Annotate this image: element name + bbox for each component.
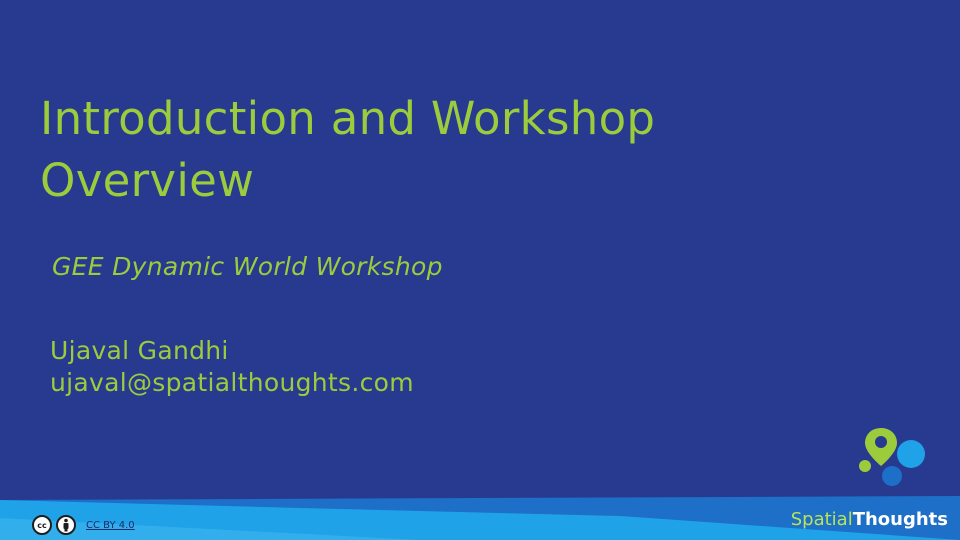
license-block: cc CC BY 4.0 <box>32 514 135 536</box>
spatialthoughts-logo-icon <box>859 428 925 486</box>
brand-part-2: Thoughts <box>852 509 948 530</box>
author-block: Ujaval Gandhi ujaval@spatialthoughts.com <box>50 335 414 399</box>
brand-part-1: Spatial <box>790 509 853 530</box>
brand-wordmark: SpatialThoughts <box>791 509 948 530</box>
cc-icon: cc <box>32 515 52 535</box>
location-pin-icon <box>865 428 897 466</box>
author-name: Ujaval Gandhi <box>50 336 229 365</box>
slide-title: Introduction and Workshop Overview <box>40 88 860 212</box>
slide-title-line-1: Introduction and Workshop <box>40 92 656 145</box>
slide: Introduction and Workshop Overview GEE D… <box>0 0 960 540</box>
license-link[interactable]: CC BY 4.0 <box>86 520 135 531</box>
by-person-icon <box>56 515 76 535</box>
author-email: ujaval@spatialthoughts.com <box>50 368 414 397</box>
slide-subtitle: GEE Dynamic World Workshop <box>52 252 443 281</box>
slide-title-line-2: Overview <box>40 154 255 207</box>
cc-badge: cc <box>32 515 76 535</box>
